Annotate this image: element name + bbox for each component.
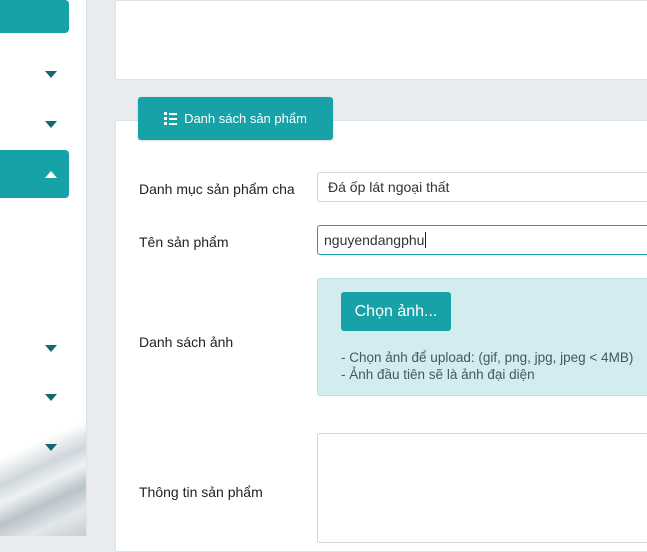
product-list-button-label: Danh sách sản phẩm <box>184 111 307 126</box>
chevron-down-icon[interactable] <box>40 117 62 131</box>
product-list-button[interactable]: Danh sách sản phẩm <box>138 97 333 140</box>
product-name-input[interactable]: nguyendangphu <box>317 225 647 255</box>
sidebar-item-expanded[interactable] <box>0 150 69 198</box>
sidebar <box>0 0 87 536</box>
upload-hint-avatar: - Ảnh đầu tiên sẽ là ảnh đại diện <box>341 367 535 382</box>
category-label: Danh mục sản phẩm cha <box>139 181 295 197</box>
sidebar-background-image <box>0 396 86 536</box>
product-name-value: nguyendangphu <box>324 232 425 248</box>
product-name-label: Tên sản phẩm <box>139 234 229 250</box>
category-value: Đá ốp lát ngoại thất <box>328 179 450 195</box>
upload-hint-formats: - Chọn ảnh để upload: (gif, png, jpg, jp… <box>341 350 634 365</box>
chevron-down-icon[interactable] <box>40 341 62 355</box>
chevron-down-icon[interactable] <box>40 67 62 81</box>
top-panel <box>115 0 647 80</box>
product-info-textarea[interactable] <box>317 433 647 543</box>
images-label: Danh sách ảnh <box>139 334 234 350</box>
chevron-down-icon[interactable] <box>40 440 62 454</box>
text-caret <box>425 232 427 248</box>
product-info-label: Thông tin sản phẩm <box>139 484 263 500</box>
choose-image-button[interactable]: Chọn ảnh... <box>341 292 451 331</box>
list-icon <box>164 112 178 125</box>
sidebar-item-active-top[interactable] <box>0 0 69 33</box>
category-select[interactable]: Đá ốp lát ngoại thất <box>317 172 647 202</box>
chevron-down-icon[interactable] <box>40 390 62 404</box>
chevron-up-icon[interactable] <box>40 167 62 181</box>
